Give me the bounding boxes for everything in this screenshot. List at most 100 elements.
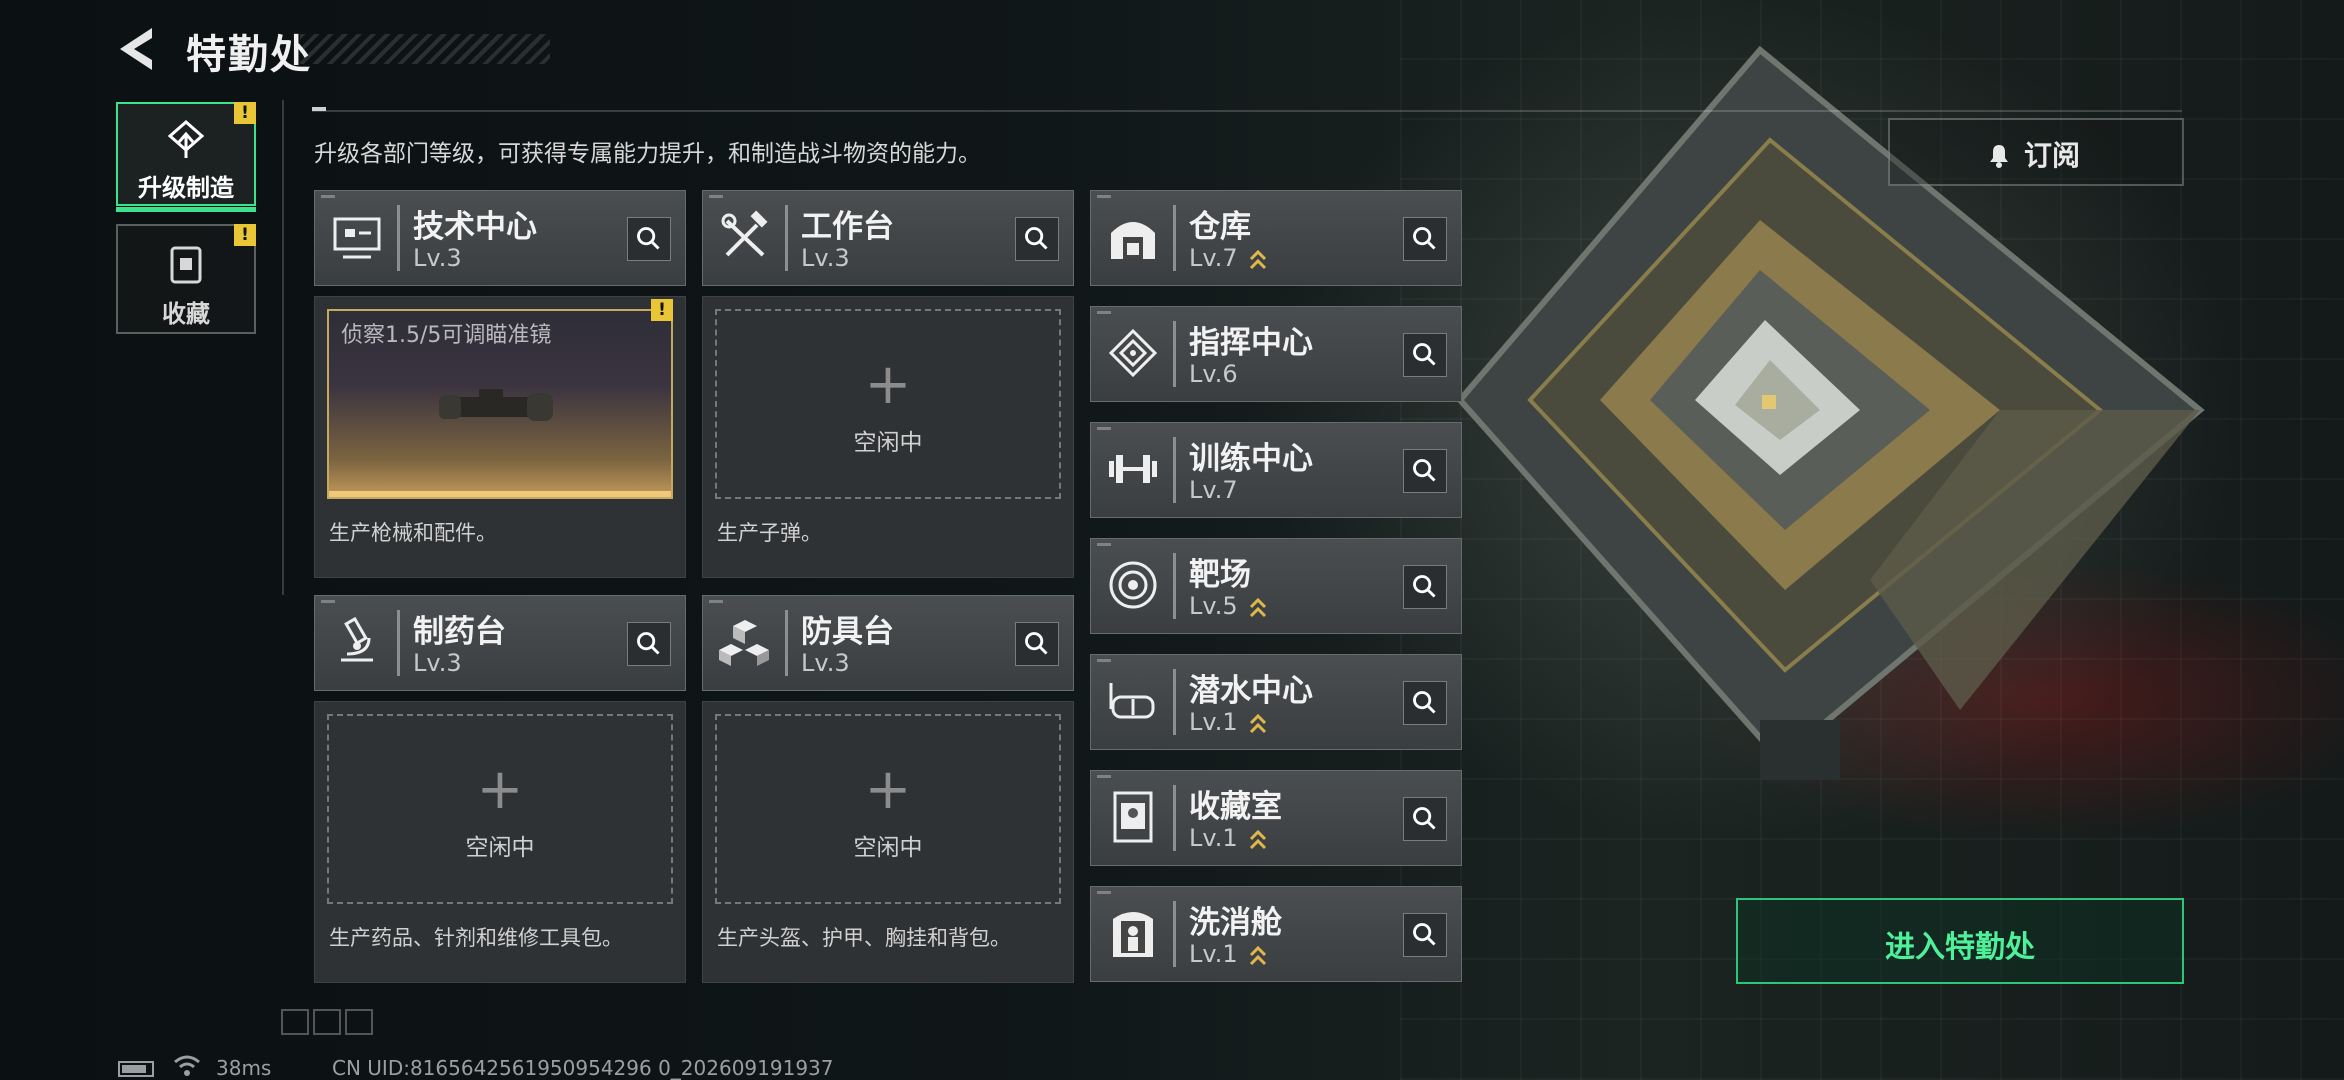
dept-name: 防具台 bbox=[801, 614, 894, 650]
search-icon[interactable] bbox=[1403, 333, 1447, 377]
dept-training-center[interactable]: 训练中心 Lv.7 bbox=[1090, 422, 1462, 518]
display-case-icon bbox=[1113, 791, 1153, 843]
slot-idle-label: 空闲中 bbox=[853, 835, 923, 861]
network-ping: 38ms bbox=[216, 1056, 272, 1080]
search-icon[interactable] bbox=[627, 217, 671, 261]
card-corner-mark bbox=[321, 600, 335, 603]
back-arrow-icon[interactable] bbox=[112, 22, 166, 76]
card-corner-mark bbox=[1097, 427, 1111, 430]
card-separator bbox=[1173, 553, 1176, 619]
search-icon[interactable] bbox=[1403, 449, 1447, 493]
card-corner-mark bbox=[1097, 891, 1111, 894]
dept-decon-chamber[interactable]: 洗消舱 Lv.1 bbox=[1090, 886, 1462, 982]
page-title: 特勤处 bbox=[186, 32, 312, 78]
dept-workbench[interactable]: 工作台 Lv.3 bbox=[702, 190, 1074, 286]
dept-level: Lv.3 bbox=[413, 649, 462, 677]
decorative-stripes bbox=[281, 1009, 373, 1035]
card-separator bbox=[1173, 437, 1176, 503]
dept-warehouse[interactable]: 仓库 Lv.7 bbox=[1090, 190, 1462, 286]
dept-name: 技术中心 bbox=[413, 209, 537, 245]
dept-diving-center[interactable]: 潜水中心 Lv.1 bbox=[1090, 654, 1462, 750]
title-decoration-stripes bbox=[300, 34, 550, 64]
upgrade-available-icon bbox=[1249, 945, 1267, 966]
production-slot-armor: + 空闲中 生产头盔、护甲、胸挂和背包。 bbox=[702, 701, 1074, 983]
search-icon[interactable] bbox=[1015, 217, 1059, 261]
tab-collection[interactable]: 收藏 ! bbox=[116, 224, 256, 334]
header-divider bbox=[312, 110, 2182, 112]
scope-item-image bbox=[439, 389, 553, 421]
slot-idle-label: 空闲中 bbox=[465, 835, 535, 861]
dept-tech-center[interactable]: 技术中心 Lv.3 bbox=[314, 190, 686, 286]
dept-level: Lv.1 bbox=[1189, 824, 1238, 852]
subscribe-button[interactable]: 订阅 bbox=[1888, 118, 2184, 186]
user-uid: CN UID:8165642561950954296 0_20260919193… bbox=[332, 1056, 834, 1080]
search-icon[interactable] bbox=[1403, 797, 1447, 841]
dept-name: 指挥中心 bbox=[1189, 325, 1313, 361]
tab-label: 升级制造 bbox=[138, 174, 234, 202]
card-corner-mark bbox=[1097, 775, 1111, 778]
header-divider-mark bbox=[312, 107, 326, 111]
dept-level: Lv.7 bbox=[1189, 244, 1238, 272]
upgrade-available-icon bbox=[1249, 597, 1267, 618]
production-slot-workbench: + 空闲中 生产子弹。 bbox=[702, 296, 1074, 578]
diving-mask-icon bbox=[1109, 683, 1155, 719]
dept-level: Lv.3 bbox=[801, 244, 850, 272]
enter-special-ops-button[interactable]: 进入特勤处 bbox=[1736, 898, 2184, 984]
slot-description: 生产药品、针剂和维修工具包。 bbox=[329, 926, 623, 950]
dept-pharmacy[interactable]: 制药台 Lv.3 bbox=[314, 595, 686, 691]
dept-armor-bench[interactable]: 防具台 Lv.3 bbox=[702, 595, 1074, 691]
upgrade-available-icon bbox=[1249, 713, 1267, 734]
card-corner-mark bbox=[1097, 659, 1111, 662]
dept-level: Lv.5 bbox=[1189, 592, 1238, 620]
dept-name: 制药台 bbox=[413, 614, 506, 650]
chip-icon bbox=[1108, 328, 1158, 378]
card-corner-mark bbox=[709, 195, 723, 198]
search-icon[interactable] bbox=[1403, 913, 1447, 957]
dept-name: 洗消舱 bbox=[1189, 905, 1282, 941]
empty-slot[interactable]: + 空闲中 bbox=[327, 714, 673, 904]
dept-command-center[interactable]: 指挥中心 Lv.6 bbox=[1090, 306, 1462, 402]
production-slot-tech: 侦察1.5/5可调瞄准镜 ! 生产枪械和配件。 bbox=[314, 296, 686, 578]
dept-level: Lv.3 bbox=[801, 649, 850, 677]
dept-collection-room[interactable]: 收藏室 Lv.1 bbox=[1090, 770, 1462, 866]
search-icon[interactable] bbox=[1403, 217, 1447, 261]
dept-shooting-range[interactable]: 靶场 Lv.5 bbox=[1090, 538, 1462, 634]
upgrade-icon bbox=[167, 120, 205, 158]
add-icon: + bbox=[864, 352, 912, 417]
decon-pod-icon bbox=[1113, 912, 1153, 957]
tab-upgrade-craft[interactable]: 升级制造 ! bbox=[116, 102, 256, 212]
dumbbell-icon bbox=[1109, 455, 1157, 483]
card-corner-mark bbox=[321, 195, 335, 198]
tab-label: 收藏 bbox=[162, 300, 210, 328]
search-icon[interactable] bbox=[1403, 565, 1447, 609]
enter-button-label: 进入特勤处 bbox=[1885, 930, 2035, 965]
card-separator bbox=[1173, 901, 1176, 967]
upgrade-available-icon bbox=[1249, 829, 1267, 850]
card-corner-mark bbox=[1097, 195, 1111, 198]
dept-name: 工作台 bbox=[801, 209, 894, 245]
cubes-icon bbox=[719, 620, 769, 666]
search-icon[interactable] bbox=[1403, 681, 1447, 725]
alert-badge: ! bbox=[234, 224, 256, 246]
dept-level: Lv.6 bbox=[1189, 360, 1238, 388]
sidebar-divider bbox=[282, 100, 284, 595]
search-icon[interactable] bbox=[1015, 622, 1059, 666]
card-separator bbox=[1173, 321, 1176, 387]
subscribe-label: 订阅 bbox=[2024, 139, 2081, 172]
wifi-icon bbox=[174, 1055, 200, 1076]
production-item-name: 侦察1.5/5可调瞄准镜 bbox=[341, 323, 552, 348]
slot-idle-label: 空闲中 bbox=[853, 430, 923, 456]
card-separator bbox=[1173, 205, 1176, 271]
slot-description: 生产头盔、护甲、胸挂和背包。 bbox=[717, 926, 1011, 950]
production-item-card[interactable]: 侦察1.5/5可调瞄准镜 bbox=[327, 309, 673, 499]
empty-slot[interactable]: + 空闲中 bbox=[715, 309, 1061, 499]
search-icon[interactable] bbox=[627, 622, 671, 666]
dept-name: 训练中心 bbox=[1189, 441, 1313, 477]
dept-level: Lv.7 bbox=[1189, 476, 1238, 504]
target-icon bbox=[1109, 561, 1157, 609]
active-tab-indicator bbox=[116, 207, 256, 212]
card-corner-mark bbox=[1097, 543, 1111, 546]
empty-slot[interactable]: + 空闲中 bbox=[715, 714, 1061, 904]
monitor-icon bbox=[333, 217, 381, 259]
dept-name: 收藏室 bbox=[1189, 789, 1282, 825]
